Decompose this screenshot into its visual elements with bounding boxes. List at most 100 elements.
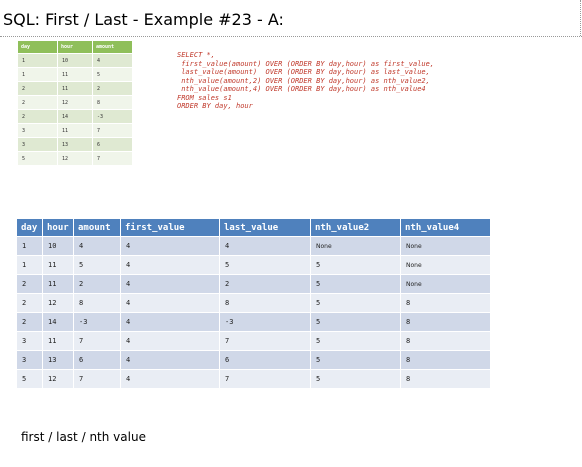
cell-nth-value2: 5 (310, 312, 401, 332)
cell-first-value: 4 (120, 293, 220, 313)
cell-first-value: 4 (120, 236, 220, 256)
cell-last-value: 7 (219, 331, 311, 351)
cell-day: 2 (17, 109, 58, 124)
result-table-body: 1 10 4 4 4 None None 1 11 5 4 5 5 None 2 11 2 4 2 5 None 2 12 8… (16, 236, 491, 389)
cell-amount: 5 (92, 67, 133, 82)
cell-first-value: 4 (120, 350, 220, 370)
cell-hour: 13 (57, 137, 93, 152)
sql-line: nth_value(amount,2) OVER (ORDER BY day,h… (177, 76, 430, 85)
result-table-row: 3 11 7 4 7 5 8 (16, 331, 491, 351)
cell-day: 1 (16, 236, 43, 256)
cell-day: 3 (16, 350, 43, 370)
cell-hour: 12 (57, 95, 93, 110)
result-header-day: day (16, 218, 43, 237)
result-header-last-value: last_value (219, 218, 311, 237)
cell-nth-value2: 5 (310, 331, 401, 351)
result-table-row: 1 10 4 4 4 None None (16, 236, 491, 256)
cell-nth-value4: None (400, 255, 491, 275)
result-table-row: 2 12 8 4 8 5 8 (16, 293, 491, 313)
cell-day: 2 (16, 274, 43, 294)
cell-hour: 11 (57, 81, 93, 96)
cell-hour: 11 (57, 123, 93, 138)
cell-hour: 12 (42, 369, 74, 389)
cell-amount: 6 (92, 137, 133, 152)
cell-last-value: 8 (219, 293, 311, 313)
source-header-amount: amount (92, 40, 133, 54)
source-table-row: 5 12 7 (17, 151, 133, 166)
cell-hour: 14 (42, 312, 74, 332)
cell-day: 3 (17, 137, 58, 152)
cell-amount: 2 (73, 274, 121, 294)
cell-amount: 8 (73, 293, 121, 313)
footer-caption: first / last / nth value (21, 430, 146, 444)
cell-day: 3 (16, 331, 43, 351)
cell-last-value: -3 (219, 312, 311, 332)
cell-last-value: 7 (219, 369, 311, 389)
cell-hour: 12 (42, 293, 74, 313)
cell-hour: 11 (57, 67, 93, 82)
cell-amount: 8 (92, 95, 133, 110)
result-header-amount: amount (73, 218, 121, 237)
source-table-row: 3 13 6 (17, 137, 133, 152)
source-table-body: 1 10 4 1 11 5 2 11 2 2 12 8 2 14 -3 3 11 7 3 13 6 5 12 7 (17, 53, 133, 166)
cell-day: 1 (17, 53, 58, 68)
cell-amount: 6 (73, 350, 121, 370)
cell-day: 1 (16, 255, 43, 275)
cell-hour: 13 (42, 350, 74, 370)
source-table-row: 2 11 2 (17, 81, 133, 96)
cell-amount: -3 (73, 312, 121, 332)
cell-amount: 7 (73, 369, 121, 389)
cell-nth-value2: 5 (310, 350, 401, 370)
source-header-hour: hour (57, 40, 93, 54)
cell-hour: 11 (42, 274, 74, 294)
cell-nth-value2: 5 (310, 369, 401, 389)
result-table-row: 5 12 7 4 7 5 8 (16, 369, 491, 389)
cell-nth-value4: 8 (400, 350, 491, 370)
cell-nth-value2: 5 (310, 274, 401, 294)
cell-nth-value2: 5 (310, 255, 401, 275)
cell-amount: 7 (73, 331, 121, 351)
source-header-row: day hour amount (17, 40, 133, 54)
cell-hour: 14 (57, 109, 93, 124)
title-divider (0, 36, 582, 37)
cell-last-value: 2 (219, 274, 311, 294)
cell-hour: 11 (42, 255, 74, 275)
source-table-row: 3 11 7 (17, 123, 133, 138)
sql-query: SELECT *, first_value(amount) OVER (ORDE… (177, 51, 434, 111)
cell-nth-value2: None (310, 236, 401, 256)
cell-amount: 7 (92, 151, 133, 166)
sql-line: last_value(amount) OVER (ORDER BY day,ho… (177, 68, 430, 76)
result-header-nth-value2: nth_value2 (310, 218, 401, 237)
cell-amount: 2 (92, 81, 133, 96)
cell-first-value: 4 (120, 255, 220, 275)
result-table-row: 2 11 2 4 2 5 None (16, 274, 491, 294)
cell-amount: 5 (73, 255, 121, 275)
cell-nth-value4: None (400, 236, 491, 256)
cell-day: 2 (17, 95, 58, 110)
cell-day: 5 (17, 151, 58, 166)
cell-day: 1 (17, 67, 58, 82)
cell-hour: 10 (57, 53, 93, 68)
sql-line: nth_value(amount,4) OVER (ORDER BY day,h… (177, 85, 426, 93)
right-divider (580, 0, 581, 36)
cell-nth-value4: 8 (400, 369, 491, 389)
cell-first-value: 4 (120, 274, 220, 294)
sql-line: SELECT *, (177, 51, 215, 59)
cell-last-value: 4 (219, 236, 311, 256)
cell-nth-value4: 8 (400, 312, 491, 332)
result-table-row: 2 14 -3 4 -3 5 8 (16, 312, 491, 332)
cell-nth-value4: 8 (400, 293, 491, 313)
cell-day: 2 (17, 81, 58, 96)
cell-day: 2 (16, 293, 43, 313)
cell-last-value: 6 (219, 350, 311, 370)
sql-line: ORDER BY day, hour (177, 102, 253, 110)
result-header-row: day hour amount first_value last_value n… (16, 218, 491, 237)
result-header-first-value: first_value (120, 218, 220, 237)
cell-nth-value4: 8 (400, 331, 491, 351)
source-table-row: 2 12 8 (17, 95, 133, 110)
cell-nth-value2: 5 (310, 293, 401, 313)
source-header-day: day (17, 40, 58, 54)
source-table-row: 1 10 4 (17, 53, 133, 68)
source-sales-table: day hour amount 1 10 4 1 11 5 2 11 2 2 12 8 2 14 -3 3 11… (17, 40, 133, 166)
cell-amount: 4 (73, 236, 121, 256)
